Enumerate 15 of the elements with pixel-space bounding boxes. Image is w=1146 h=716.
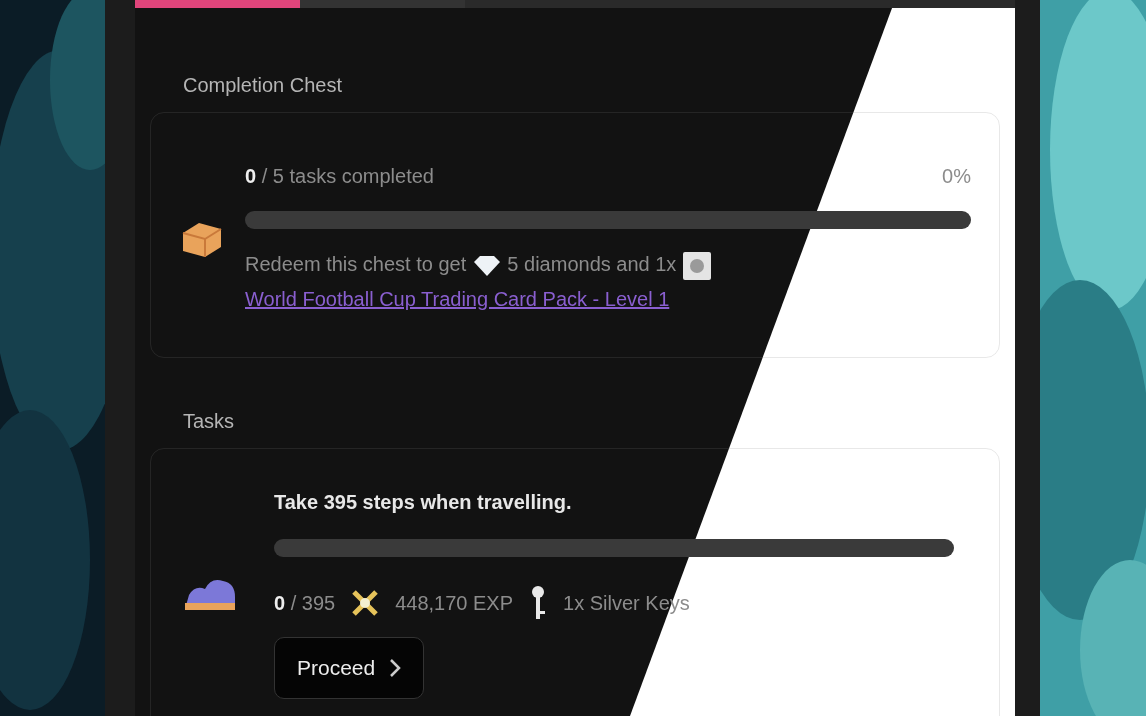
- card-pack-link[interactable]: World Football Cup Trading Card Pack - Level 1: [245, 288, 670, 310]
- chevron-icon: [389, 657, 402, 678]
- section-title: Completion Chest: [182, 73, 343, 98]
- proceed-button[interactable]: Proceed: [274, 637, 425, 699]
- section-title: Tasks: [182, 409, 236, 434]
- percent-text: 0%: [942, 164, 971, 189]
- tab[interactable]: [135, 0, 300, 8]
- diamond-icon: [471, 254, 502, 277]
- progress-text: 0 / 5 tasks completed: [245, 164, 434, 189]
- key-icon: [529, 585, 548, 621]
- task-title: Take 395 steps when travelling.: [274, 490, 573, 515]
- card-pack-icon: [681, 250, 712, 281]
- tab[interactable]: [300, 0, 465, 8]
- reward-text: Redeem this chest to get 5 diamonds and 1x World Football Cup Trading Card Pack - Level 1: [245, 247, 971, 317]
- exp-text: 448,170 EXP: [395, 591, 514, 616]
